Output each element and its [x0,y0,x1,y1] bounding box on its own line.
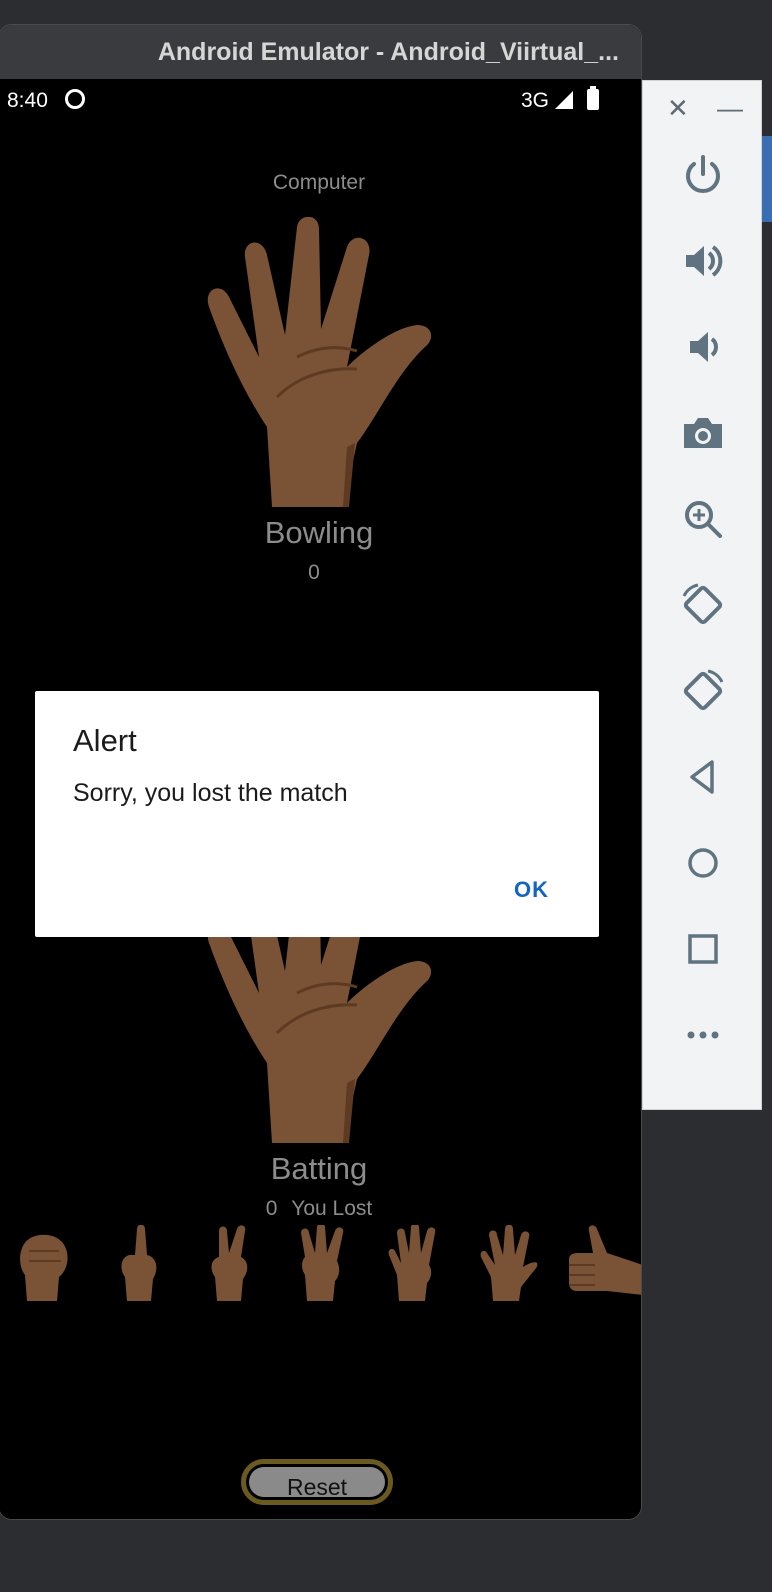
volume-up-icon[interactable] [671,229,735,293]
zoom-icon[interactable] [671,487,735,551]
dialog-ok-button[interactable]: OK [514,877,549,903]
dialog-overlay: Alert Sorry, you lost the match OK [0,79,641,1519]
dialog-title: Alert [73,723,137,758]
rotate-right-icon[interactable] [671,659,735,723]
window-titlebar[interactable]: Android Emulator - Android_Viirtual_... [0,25,641,79]
window-title: Android Emulator - Android_Viirtual_... [157,37,619,66]
device-screen[interactable]: 8:40 3G Computer Bowling 0 Batting 0 You… [0,79,641,1519]
home-icon[interactable] [671,831,735,895]
overview-icon[interactable] [671,917,735,981]
volume-down-icon[interactable] [671,315,735,379]
close-icon[interactable]: ✕ [667,93,689,124]
rotate-left-icon[interactable] [671,573,735,637]
dialog-message: Sorry, you lost the match [73,779,348,807]
minimize-icon[interactable]: — [717,93,743,124]
side-accent [762,136,772,222]
emulator-toolbar: ✕ — [642,80,762,1110]
back-icon[interactable] [671,745,735,809]
alert-dialog: Alert Sorry, you lost the match OK [35,691,599,937]
power-icon[interactable] [671,143,735,207]
emulator-window: Android Emulator - Android_Viirtual_... … [0,24,642,1520]
more-icon[interactable] [671,1003,735,1067]
camera-icon[interactable] [671,401,735,465]
